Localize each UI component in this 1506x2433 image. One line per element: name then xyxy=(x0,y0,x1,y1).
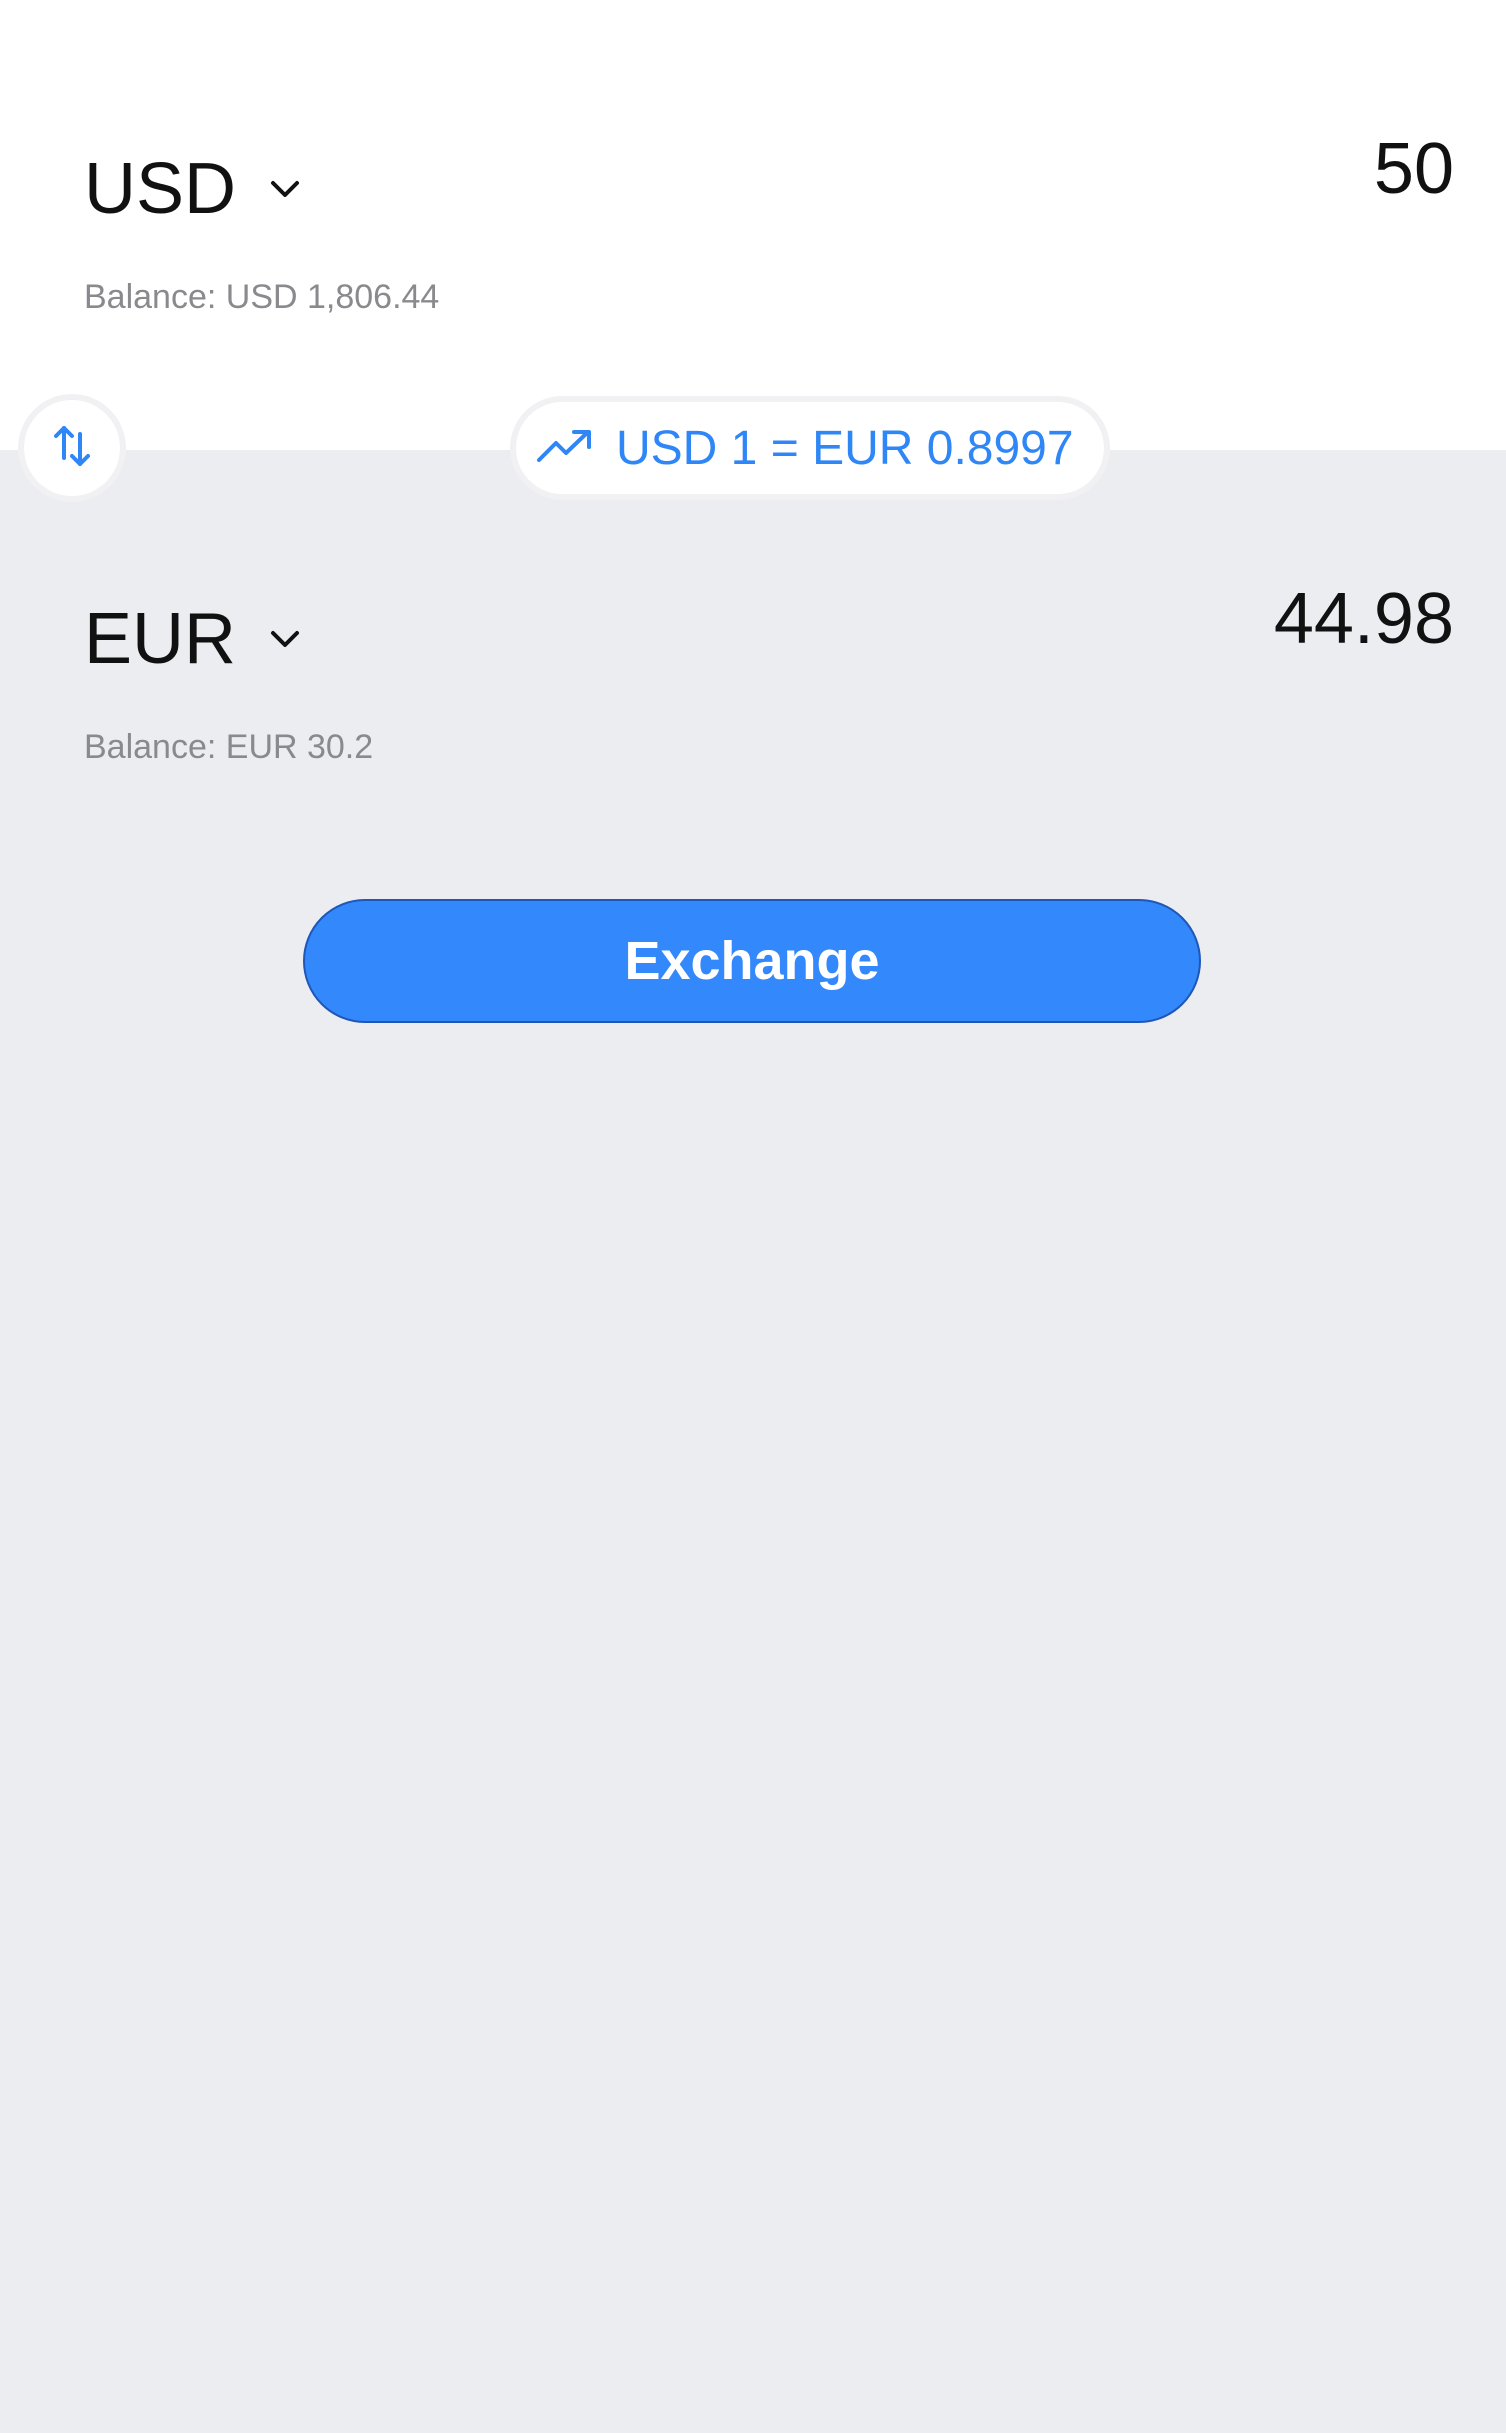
chevron-down-icon xyxy=(268,622,302,656)
exchange-button[interactable]: Exchange xyxy=(303,899,1201,1023)
trending-up-icon xyxy=(536,428,594,469)
to-amount-value[interactable]: 44.98 xyxy=(1274,578,1454,660)
to-currency-selector[interactable]: EUR xyxy=(84,598,302,680)
to-balance: Balance: EUR 30.2 xyxy=(84,728,374,766)
from-currency-selector[interactable]: USD xyxy=(84,148,302,230)
from-amount-input[interactable]: 50 xyxy=(1374,128,1454,210)
from-currency-code: USD xyxy=(84,149,237,229)
exchange-rate-text: USD 1 = EUR 0.8997 xyxy=(616,421,1074,475)
from-balance: Balance: USD 1,806.44 xyxy=(84,278,440,316)
swap-vertical-arrows-icon xyxy=(52,424,92,473)
swap-currencies-button[interactable] xyxy=(24,400,120,496)
to-currency-code: EUR xyxy=(84,599,237,679)
exchange-rate-pill[interactable]: USD 1 = EUR 0.8997 xyxy=(516,402,1104,494)
chevron-down-icon xyxy=(268,172,302,206)
exchange-button-label: Exchange xyxy=(624,931,880,991)
